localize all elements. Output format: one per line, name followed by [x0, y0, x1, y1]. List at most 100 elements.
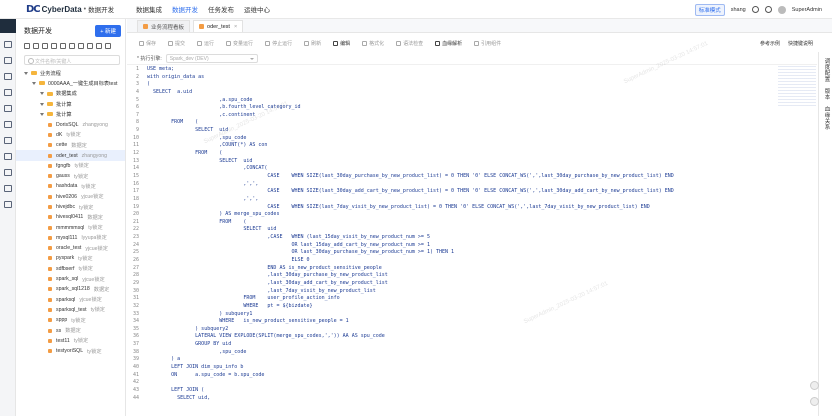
tree-file[interactable]: pyspark ty锁定 [16, 253, 125, 263]
tree-file[interactable]: mysql111 lyyupa锁定 [16, 233, 125, 243]
tree-file[interactable]: hive0206 yjcue锁定 [16, 192, 125, 202]
rail-database-icon[interactable] [3, 153, 12, 160]
toolbar-button[interactable]: 变量运行 [226, 40, 253, 47]
tree-file[interactable]: oder_test zhangyong [16, 150, 125, 161]
tree-file[interactable]: gauss ty锁定 [16, 171, 125, 181]
list-icon[interactable] [33, 43, 39, 49]
toolbar-button-label: 引用组件 [481, 40, 502, 47]
rail-clock-icon[interactable] [3, 105, 12, 112]
nav-item[interactable]: 数据开发 [172, 4, 198, 14]
right-panel-item[interactable]: 调度配置 [822, 58, 830, 82]
tree-file[interactable]: hivesql0411 数据定 [16, 212, 125, 222]
rail-folder-icon[interactable] [3, 89, 12, 96]
toolbar-button[interactable]: 引用组件 [474, 40, 501, 47]
collapse-icon[interactable] [78, 43, 84, 49]
caret-down-icon[interactable] [24, 71, 28, 75]
toolbar-button[interactable]: 编辑 [333, 40, 350, 47]
tenant-select[interactable]: shang [731, 7, 746, 13]
settings-icon[interactable] [69, 43, 75, 49]
tree-file[interactable]: sparksql yjcue锁定 [16, 295, 125, 305]
tree-file[interactable]: spark_sql1218 数据定 [16, 284, 125, 294]
caret-down-icon[interactable] [40, 92, 44, 96]
editor-tab[interactable]: 业务流程看板 [137, 20, 191, 32]
user-name[interactable]: SuperAdmin [792, 7, 822, 13]
code-editor[interactable]: 1 USE meta; 2 with origin_data as 3(4 SELECT… [127, 66, 817, 416]
editor-tab[interactable]: oder_test × [193, 20, 244, 32]
app-logo[interactable]: DC CyberData • 数据开发 [0, 4, 130, 15]
rail-dev-icon[interactable] [0, 19, 16, 33]
toolbar-button[interactable]: 停止运行 [265, 40, 292, 47]
tree-folder[interactable]: 业务流程 [16, 68, 125, 78]
tree-file[interactable]: hivejdbc ty锁定 [16, 202, 125, 212]
rail-trash-icon[interactable] [3, 185, 12, 192]
nav-item[interactable]: 任务发布 [208, 4, 234, 14]
tree-file[interactable]: sppp ty锁定 [16, 315, 125, 325]
tree-folder[interactable]: 数据集成 [16, 89, 125, 99]
folder-add-icon[interactable] [51, 43, 57, 49]
caret-down-icon[interactable] [32, 81, 36, 85]
refresh-icon[interactable] [60, 43, 66, 49]
nav-item[interactable]: 运维中心 [244, 4, 270, 14]
mode-badge[interactable]: 标准模式 [694, 3, 725, 16]
grid-icon[interactable] [24, 43, 30, 49]
tree-file[interactable]: cette 数据定 [16, 140, 125, 150]
toolbar-button[interactable]: 语法检查 [396, 40, 423, 47]
caret-down-icon[interactable] [40, 102, 44, 106]
toolbar-button[interactable]: 血缘解析 [435, 40, 462, 47]
sql-file-icon [48, 174, 52, 179]
toolbar-link[interactable]: 快捷键说明 [788, 40, 813, 47]
rail-table-icon[interactable] [3, 41, 12, 48]
chat-float-icon[interactable] [810, 397, 819, 406]
filter-icon[interactable] [96, 43, 102, 49]
tree-file[interactable]: ss 数据定 [16, 325, 125, 335]
code-minimap[interactable] [778, 66, 816, 106]
search-icon[interactable] [42, 43, 48, 49]
rail-grid-icon[interactable] [3, 73, 12, 80]
new-button[interactable]: + 新建 [95, 25, 121, 37]
github-icon[interactable] [751, 6, 759, 13]
tree-folder[interactable]: 批计算 [16, 99, 125, 109]
tree-file[interactable]: sparksql_test ty锁定 [16, 305, 125, 315]
line-number: 20 [132, 211, 139, 218]
close-icon[interactable]: × [234, 24, 237, 30]
tree-file[interactable]: DorisSQL zhangyong [16, 119, 125, 129]
rail-list-icon[interactable] [3, 57, 12, 64]
tree-file[interactable]: mmmmmsql ty锁定 [16, 222, 125, 232]
tree-file[interactable]: oracle_test yjcue锁定 [16, 243, 125, 253]
help-float-icon[interactable] [810, 381, 819, 390]
tree-file[interactable]: spark_sql yjcue锁定 [16, 274, 125, 284]
tree-file[interactable]: testyoriSQL ty锁定 [16, 346, 125, 356]
rail-chart-icon[interactable] [3, 137, 12, 144]
code-line: 28 ,last_30day_purchase_by_new_product_l… [127, 272, 817, 280]
rail-config-icon[interactable] [3, 201, 12, 208]
top-nav: 数据集成 数据开发 任务发布 运维中心 [136, 4, 280, 14]
toolbar-button[interactable]: 运行 [197, 40, 214, 47]
code-text: FROM ( [147, 119, 199, 126]
tree-folder[interactable]: 0000AAA_一键生成目标表test [16, 78, 125, 88]
rail-component-icon[interactable] [3, 169, 12, 176]
tree-file[interactable]: sdfbserf ty锁定 [16, 264, 125, 274]
export-icon[interactable] [105, 43, 111, 49]
tree-search-input[interactable]: 文件名称/关键人 [24, 55, 120, 65]
toolbar-link[interactable]: 参考示例 [760, 40, 780, 47]
code-text: SELECT uid, [147, 394, 211, 401]
right-panel-item[interactable]: 版本 [822, 88, 830, 100]
toolbar-button[interactable]: 刷新 [304, 40, 321, 47]
tree-file[interactable]: test11 ty锁定 [16, 336, 125, 346]
settings-icon[interactable] [764, 6, 772, 13]
toolbar-button[interactable]: 保存 [139, 40, 156, 47]
toolbar-button[interactable]: 提交 [168, 40, 185, 47]
toolbar-button[interactable]: 格式化 [362, 40, 384, 47]
tree-file[interactable]: dK ty锁定 [16, 130, 125, 140]
tree-folder[interactable]: 批计算 [16, 109, 125, 119]
exec-engine-row: * 执行引擎: Spark_dev (DEV) [127, 52, 817, 65]
caret-down-icon[interactable] [40, 112, 44, 116]
tree-file[interactable]: fgngfb ty锁定 [16, 161, 125, 171]
user-avatar[interactable] [777, 5, 786, 14]
exec-engine-select[interactable]: Spark_dev (DEV) [165, 53, 258, 63]
tree-file[interactable]: hashdata ty锁定 [16, 181, 125, 191]
right-panel-item[interactable]: 血缘关系 [822, 106, 830, 130]
locate-icon[interactable] [87, 43, 93, 49]
rail-calendar-icon[interactable] [3, 121, 12, 128]
nav-item[interactable]: 数据集成 [136, 4, 162, 14]
